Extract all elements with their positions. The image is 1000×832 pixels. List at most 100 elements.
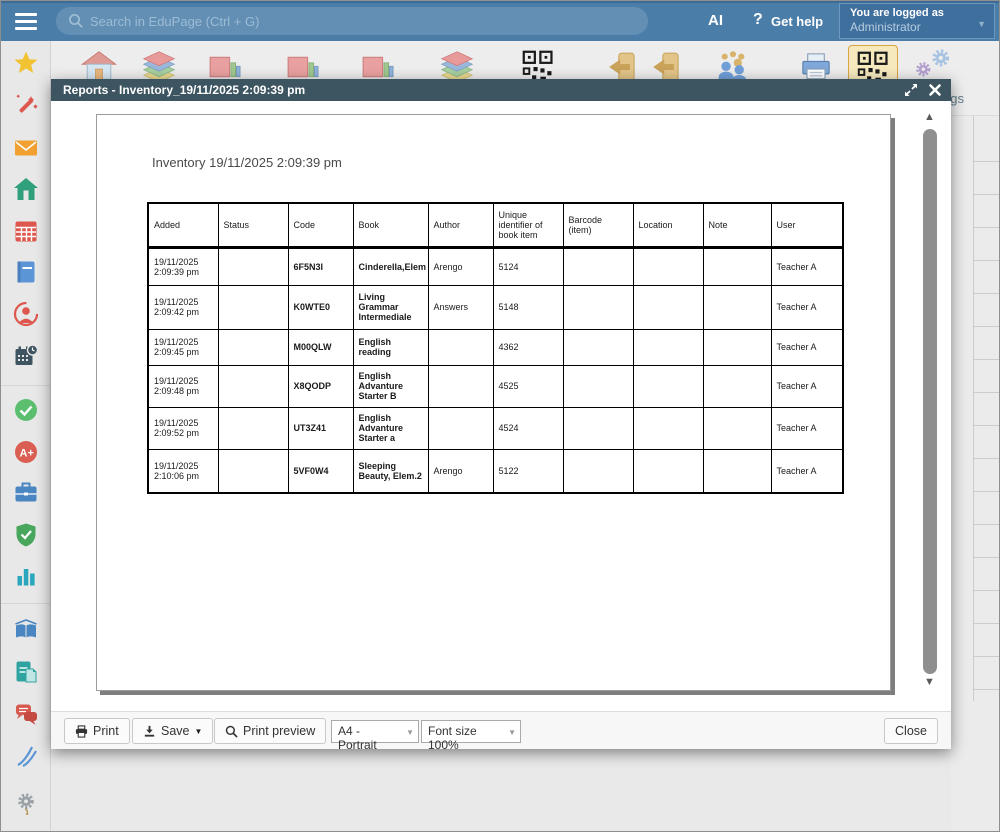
table-cell xyxy=(218,285,288,329)
table-cell: 5VF0W4 xyxy=(288,449,353,493)
table-cell xyxy=(703,449,771,493)
print-button[interactable]: Print xyxy=(64,718,130,744)
svg-text:A+: A+ xyxy=(20,448,34,460)
print-icon xyxy=(75,725,88,738)
logged-in-user-menu[interactable]: You are logged as Administrator ▼ xyxy=(839,3,995,39)
briefcase-icon[interactable] xyxy=(13,480,39,506)
calendar-clock-icon[interactable] xyxy=(13,343,39,369)
search-icon xyxy=(68,13,84,29)
table-cell: 5148 xyxy=(493,285,563,329)
mail-icon[interactable] xyxy=(13,135,39,161)
paper-size-select[interactable]: A4 - Portrait ▼ xyxy=(331,720,419,743)
column-header: Barcode (item) xyxy=(563,203,633,247)
chat-icon[interactable] xyxy=(13,701,39,727)
chevron-down-icon: ▼ xyxy=(977,19,986,29)
dialog-title: Reports - Inventory_19/11/2025 2:09:39 p… xyxy=(63,79,305,101)
notebook-icon[interactable] xyxy=(13,259,39,285)
table-cell: Teacher A xyxy=(771,407,843,449)
table-cell xyxy=(633,285,703,329)
table-cell: K0WTE0 xyxy=(288,285,353,329)
table-cell xyxy=(563,329,633,365)
table-cell xyxy=(563,247,633,285)
ai-button[interactable]: AI xyxy=(708,12,723,29)
help-question-icon[interactable]: ? xyxy=(753,11,763,29)
close-icon[interactable] xyxy=(928,83,942,97)
table-cell: 19/11/2025 2:09:48 pm xyxy=(148,365,218,407)
bar-chart-icon[interactable] xyxy=(13,564,39,590)
table-cell: English reading xyxy=(353,329,428,365)
table-cell xyxy=(633,247,703,285)
table-cell xyxy=(633,365,703,407)
close-label: Close xyxy=(895,724,927,738)
home-icon[interactable] xyxy=(13,176,39,202)
table-cell: 4525 xyxy=(493,365,563,407)
gears-icon[interactable] xyxy=(913,47,949,83)
hamburger-menu-icon[interactable] xyxy=(15,13,37,30)
dialog-body: Inventory 19/11/2025 2:09:39 pm Added St… xyxy=(51,101,951,711)
save-label: Save xyxy=(161,724,190,738)
sidebar-divider xyxy=(1,385,51,386)
ebook-icon[interactable] xyxy=(13,659,39,685)
print-label: Print xyxy=(93,724,119,738)
pen-icon[interactable] xyxy=(13,743,39,769)
table-cell: English Advanture Starter B xyxy=(353,365,428,407)
table-cell: M00QLW xyxy=(288,329,353,365)
table-cell xyxy=(703,365,771,407)
close-button[interactable]: Close xyxy=(884,718,938,744)
table-row: 19/11/2025 2:09:42 pm K0WTE0 Living Gram… xyxy=(148,285,843,329)
table-row: 19/11/2025 2:09:39 pm 6F5N3I Cinderella,… xyxy=(148,247,843,285)
column-header: User xyxy=(771,203,843,247)
table-cell xyxy=(218,247,288,285)
table-cell xyxy=(428,407,493,449)
column-header: Unique identifier of book item xyxy=(493,203,563,247)
table-cell xyxy=(218,365,288,407)
shield-check-icon[interactable] xyxy=(13,522,39,548)
table-row: 19/11/2025 2:10:06 pm 5VF0W4 Sleeping Be… xyxy=(148,449,843,493)
scrollbar-up-arrow[interactable]: ▲ xyxy=(924,111,935,123)
font-size-select[interactable]: Font size 100% ▼ xyxy=(421,720,521,743)
scrollbar-down-arrow[interactable]: ▼ xyxy=(924,676,935,688)
search-input[interactable] xyxy=(90,7,630,35)
table-cell: Teacher A xyxy=(771,247,843,285)
left-sidebar: A+ xyxy=(1,41,51,832)
table-cell: 4524 xyxy=(493,407,563,449)
table-cell: 19/11/2025 2:10:06 pm xyxy=(148,449,218,493)
library-icon[interactable] xyxy=(13,617,39,643)
save-button[interactable]: Save ▼ xyxy=(132,718,213,744)
table-cell xyxy=(218,329,288,365)
table-cell: X8QODP xyxy=(288,365,353,407)
table-cell: Teacher A xyxy=(771,329,843,365)
global-search[interactable] xyxy=(56,7,648,35)
table-cell: 5122 xyxy=(493,449,563,493)
table-row: 19/11/2025 2:09:52 pm UT3Z41 English Adv… xyxy=(148,407,843,449)
dialog-title-bar[interactable]: Reports - Inventory_19/11/2025 2:09:39 p… xyxy=(51,79,951,101)
table-cell xyxy=(563,407,633,449)
table-cell: UT3Z41 xyxy=(288,407,353,449)
table-cell xyxy=(633,449,703,493)
magic-wand-icon[interactable] xyxy=(13,93,39,119)
settings-gear-icon[interactable] xyxy=(13,790,39,816)
table-cell: 5124 xyxy=(493,247,563,285)
get-help-button[interactable]: Get help xyxy=(771,14,823,29)
table-cell xyxy=(703,247,771,285)
star-icon[interactable] xyxy=(13,50,39,76)
scrollbar-thumb[interactable] xyxy=(923,129,937,674)
background-panel xyxy=(951,116,1000,832)
person-icon[interactable] xyxy=(13,301,39,327)
report-table: Added Status Code Book Author Unique ide… xyxy=(147,202,844,494)
magnifier-icon xyxy=(225,725,238,738)
table-cell: Answers xyxy=(428,285,493,329)
check-circle-icon[interactable] xyxy=(13,397,39,423)
table-cell xyxy=(218,449,288,493)
table-cell: Teacher A xyxy=(771,285,843,329)
table-cell: Sleeping Beauty, Elem.2 xyxy=(353,449,428,493)
grades-icon[interactable]: A+ xyxy=(13,439,39,465)
table-cell xyxy=(633,407,703,449)
table-cell: 4362 xyxy=(493,329,563,365)
report-page: Inventory 19/11/2025 2:09:39 pm Added St… xyxy=(96,114,891,691)
table-cell xyxy=(703,285,771,329)
dialog-footer: Print Save ▼ Print preview A4 - Portrait xyxy=(51,711,951,749)
expand-icon[interactable] xyxy=(904,83,918,97)
timetable-icon[interactable] xyxy=(13,218,39,244)
print-preview-button[interactable]: Print preview xyxy=(214,718,326,744)
